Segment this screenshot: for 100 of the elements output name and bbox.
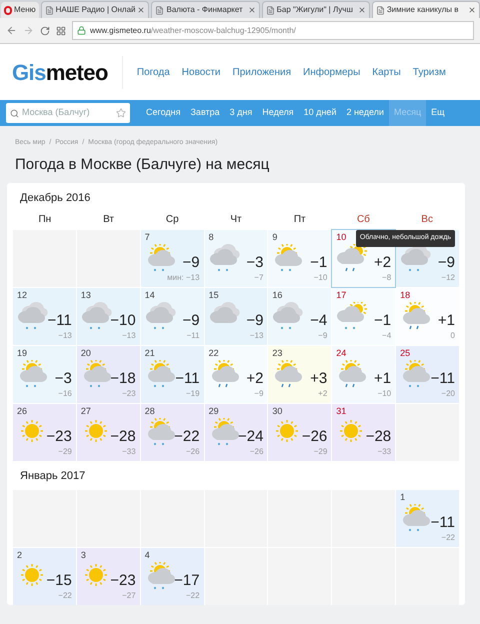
max-temperature: +1: [374, 370, 392, 388]
day-number: 10: [336, 231, 346, 244]
min-temperature: −9: [318, 331, 328, 341]
min-temperature: −20: [441, 389, 455, 399]
day-cell[interactable]: 21 −11 −19: [140, 346, 204, 403]
min-temperature: −13: [250, 331, 264, 341]
day-cell[interactable]: 9 −1 −10: [268, 230, 332, 287]
browser-tab[interactable]: Бар "Жигули" | Лучш: [262, 1, 370, 18]
day-number: 30: [272, 405, 282, 418]
nav-link[interactable]: Карты: [372, 64, 401, 80]
day-cell[interactable]: 27 −28 −33: [76, 404, 140, 461]
browser-tab[interactable]: Валюта - Финмаркет: [151, 1, 260, 18]
nav-link[interactable]: Приложения: [232, 64, 292, 80]
day-number: 7: [144, 231, 150, 244]
tab-title: Бар "Жигули" | Лучш: [276, 4, 354, 16]
day-cell[interactable]: 25 −11 −20: [396, 346, 459, 403]
close-icon[interactable]: [358, 6, 366, 14]
max-temperature: −9: [438, 254, 455, 272]
min-temperature: −29: [58, 447, 72, 457]
weekday-label: Вс: [420, 212, 434, 226]
min-temperature: −13: [122, 331, 136, 341]
day-cell[interactable]: 24 +1 −10: [332, 346, 396, 403]
day-cell[interactable]: 3 −23 −27: [76, 548, 140, 605]
search-field[interactable]: Москва (Балчуг): [6, 103, 130, 123]
nav-link[interactable]: Туризм: [412, 64, 446, 80]
day-cell[interactable]: 1 −11 −22: [396, 490, 459, 547]
nav-link[interactable]: Погода: [136, 64, 170, 80]
month-title: Декабрь 2016: [19, 191, 92, 206]
search-input[interactable]: Москва (Балчуг): [22, 106, 113, 120]
day-cell[interactable]: 18 +1 0: [396, 288, 459, 345]
min-temperature: −22: [58, 591, 72, 601]
max-temperature: −11: [430, 370, 455, 388]
day-cell[interactable]: 20 −18 −23: [76, 346, 140, 403]
star-icon[interactable]: [116, 108, 126, 118]
day-cell[interactable]: 26 −23 −29: [13, 404, 76, 461]
day-number: 14: [144, 289, 155, 302]
day-cell[interactable]: 4 −17 −22: [140, 548, 204, 605]
min-temperature: −26: [186, 447, 200, 457]
nav-link[interactable]: Новости: [182, 64, 221, 80]
day-cell[interactable]: 30 −26 −29: [268, 404, 332, 461]
day-number: 17: [336, 289, 346, 302]
speed-dial-icon[interactable]: [56, 26, 66, 36]
min-temperature: +2: [318, 389, 328, 399]
day-cell[interactable]: 13 −10 −13: [76, 288, 140, 345]
min-temperature: −10: [314, 273, 328, 283]
site-logo[interactable]: Gismeteo: [12, 56, 123, 88]
day-number: 1: [400, 491, 406, 504]
day-cell[interactable]: 19 −3 −16: [13, 346, 76, 403]
min-temperature: −7: [254, 273, 264, 283]
day-number: 4: [144, 549, 150, 562]
day-number: 3: [80, 549, 86, 562]
browser-tab[interactable]: Зимние каникулы в: [372, 1, 480, 18]
close-icon[interactable]: [468, 6, 476, 14]
back-icon[interactable]: [6, 25, 17, 36]
day-cell[interactable]: 7 −9 мин: −13: [140, 230, 204, 287]
day-number: 8: [208, 231, 214, 244]
min-temperature: −10: [378, 389, 392, 399]
day-cell[interactable]: 2 −15 −22: [13, 548, 76, 605]
day-cell[interactable]: 28 −22 −26: [140, 404, 204, 461]
close-icon[interactable]: [137, 6, 146, 14]
menu-button[interactable]: Меню: [1, 2, 39, 18]
max-temperature: −11: [430, 514, 455, 532]
min-temperature: −22: [186, 591, 200, 601]
max-temperature: −11: [48, 312, 72, 330]
day-cell[interactable]: 15 −9 −13: [204, 288, 268, 345]
day-cell[interactable]: 16 −4 −9: [268, 288, 332, 345]
max-temperature: −9: [246, 312, 264, 330]
reload-icon[interactable]: [40, 26, 50, 36]
day-cell[interactable]: 17 −1 −4: [332, 288, 396, 345]
max-temperature: −1: [374, 312, 392, 330]
page-icon: [44, 6, 54, 14]
day-cell[interactable]: 29 −24 −26: [204, 404, 268, 461]
min-temperature: −19: [186, 389, 200, 399]
min-temperature: −11: [186, 331, 200, 341]
day-cell[interactable]: 14 −9 −11: [140, 288, 204, 345]
day-cell[interactable]: 22 +2 −9: [204, 346, 268, 403]
day-number: 27: [80, 405, 91, 418]
max-temperature: −11: [175, 370, 200, 388]
day-cell[interactable]: 31 −28 −33: [332, 404, 396, 461]
day-number: 9: [272, 231, 278, 244]
day-cell[interactable]: 8 −3 −7: [204, 230, 268, 287]
max-temperature: −28: [110, 428, 136, 446]
nav-link[interactable]: Информеры: [303, 64, 360, 80]
day-cell[interactable]: 23 +3 +2: [268, 346, 332, 403]
address-field[interactable]: www.gismeteo.ru/weather-moscow-balchug-12905/month/: [72, 21, 474, 40]
max-temperature: +1: [438, 312, 455, 330]
close-icon[interactable]: [248, 6, 256, 14]
day-cell[interactable]: 12 −11 −13: [13, 288, 76, 345]
min-temperature: −22: [441, 533, 455, 543]
max-temperature: −10: [110, 312, 136, 330]
day-number: 19: [17, 347, 28, 360]
page-icon: [266, 6, 275, 14]
month-title: Январь 2017: [19, 469, 86, 484]
min-temperature: −26: [250, 447, 264, 457]
day-number: 2: [17, 549, 22, 562]
day-number: 21: [144, 347, 155, 360]
max-temperature: −15: [46, 572, 72, 590]
browser-tab[interactable]: НАШЕ Радио | Онлай: [40, 1, 150, 18]
max-temperature: −3: [246, 254, 264, 272]
min-temperature: −16: [58, 389, 72, 399]
